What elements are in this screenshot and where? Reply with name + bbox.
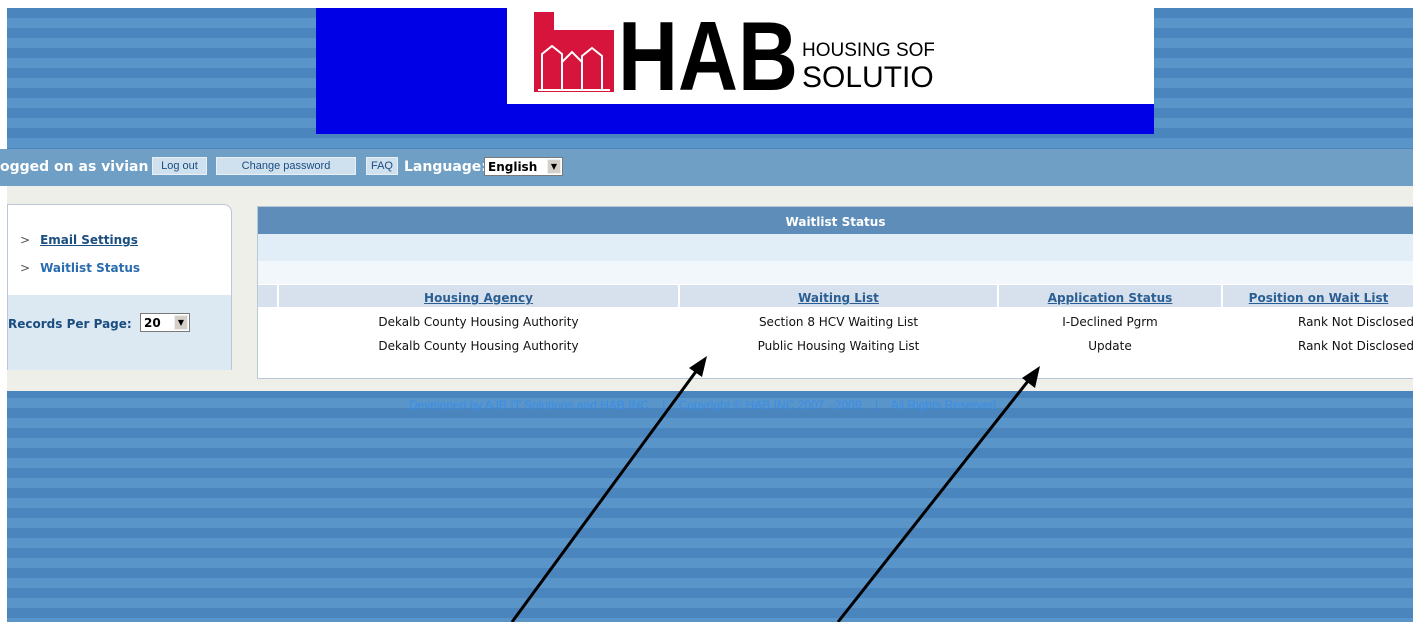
- header-application-status[interactable]: Application Status: [999, 285, 1221, 307]
- table-cell: I-Declined Pgrm: [1062, 315, 1158, 329]
- table-band: [258, 234, 1413, 261]
- table-cell: Dekalb County Housing Authority: [378, 315, 579, 329]
- logo-tagline-2: SOLUTIONS: [802, 61, 934, 92]
- table-cell: Update: [1088, 339, 1132, 353]
- sidebar-item-email-settings[interactable]: > Email Settings: [20, 233, 138, 247]
- header-waiting-list[interactable]: Waiting List: [680, 285, 997, 307]
- header-housing-agency[interactable]: Housing Agency: [279, 285, 678, 307]
- logo-letters: HAB: [618, 12, 798, 92]
- chevron-right-icon: >: [20, 261, 31, 275]
- chevron-right-icon: >: [20, 233, 31, 247]
- logo-tagline-1: HOUSING SOFTWARE: [802, 40, 934, 61]
- chevron-down-icon[interactable]: ▼: [174, 315, 188, 330]
- language-value: English: [488, 160, 538, 174]
- language-select[interactable]: English ▼: [484, 157, 563, 176]
- records-per-page: Records Per Page: 20 ▼: [8, 295, 231, 370]
- table-header-row: Housing Agency Waiting List Application …: [258, 285, 1413, 307]
- chevron-down-icon[interactable]: ▼: [547, 159, 561, 174]
- sidebar-item-label[interactable]: Email Settings: [40, 233, 138, 247]
- records-per-page-select[interactable]: 20 ▼: [140, 313, 190, 332]
- records-per-page-label: Records Per Page:: [8, 317, 132, 331]
- table-cell: Rank Not Disclosed: [1298, 339, 1413, 353]
- change-password-button[interactable]: Change password: [216, 157, 356, 175]
- table-cell: Section 8 HCV Waiting List: [758, 315, 919, 329]
- top-toolbar: ogged on as vivian Log out Change passwo…: [0, 149, 1413, 186]
- hab-logo: HAB HOUSING SOFTWARE SOLUTIONS: [534, 12, 934, 92]
- table-cell: Dekalb County Housing Authority: [378, 339, 579, 353]
- sidebar-item-label[interactable]: Waitlist Status: [40, 261, 140, 275]
- table-title: Waitlist Status: [258, 207, 1413, 234]
- header-spacer: [258, 285, 277, 307]
- table-cell: Rank Not Disclosed: [1298, 315, 1413, 329]
- logout-button[interactable]: Log out: [152, 157, 207, 175]
- logged-on-text: ogged on as vivian: [0, 159, 149, 175]
- records-per-page-value: 20: [144, 316, 161, 330]
- language-label: Language:: [404, 159, 487, 175]
- header-position-on-wait-list[interactable]: Position on Wait List: [1223, 285, 1413, 307]
- table-band: [258, 261, 1413, 284]
- table-cell: Public Housing Waiting List: [757, 339, 920, 353]
- sidebar-item-waitlist-status[interactable]: > Waitlist Status: [20, 261, 140, 275]
- footer-text: Developed by AJB IT Solutions and HAB IN…: [409, 398, 997, 412]
- sidebar: > Email Settings > Waitlist Status Records…: [7, 204, 232, 370]
- waitlist-panel: Waitlist Status Housing Agency Waiting L…: [257, 206, 1413, 379]
- faq-button[interactable]: FAQ: [366, 157, 398, 175]
